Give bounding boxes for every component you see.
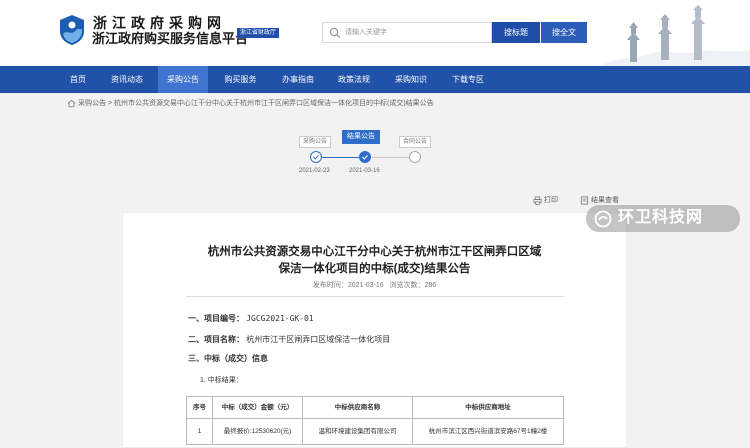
nav-item-knowledge[interactable]: 采购知识 — [385, 66, 437, 93]
section-number: 一、 — [188, 314, 204, 323]
project-number-value: JGCG2021-GK-01 — [246, 314, 314, 323]
site-header: 浙江政府采购网 浙江政府购买服务信息平台 浙江省财政厅 请输入关键字 搜标题 搜… — [0, 0, 750, 66]
timeline-step-label[interactable]: 合同公告 — [399, 136, 432, 148]
section-award-info: 三、中标（成交）信息 — [188, 353, 268, 364]
timeline-node-done — [310, 151, 322, 163]
award-result-heading: 1. 中标结果： — [200, 377, 243, 384]
site-logo-icon[interactable] — [58, 14, 86, 46]
table-cell-supplier-address: 杭州市滨江区西兴街道滨安路67号1幢2楼 — [412, 418, 564, 445]
nav-item-home[interactable]: 首页 — [59, 66, 97, 93]
timeline-step-label-current[interactable]: 结果公告 — [342, 130, 380, 144]
breadcrumb-current: 杭州市公共资源交易中心江干分中心关于杭州市江干区闸弄口区域保洁一体化项目的中标(… — [114, 100, 434, 107]
table-cell-index: 1 — [186, 418, 213, 445]
table-header: 序号 — [186, 396, 213, 419]
table-header: 中标（成交）金额（元） — [212, 396, 303, 419]
nav-item-downloads[interactable]: 下载专区 — [442, 66, 494, 93]
title-divider — [186, 296, 564, 297]
breadcrumb: 采购公告 > 杭州市公共资源交易中心江干分中心关于杭州市江干区闸弄口区域保洁一体… — [67, 98, 434, 109]
section-project-number: 一、项目编号： JGCG2021-GK-01 — [188, 313, 314, 324]
print-icon — [533, 196, 542, 205]
table-cell-supplier-name: 温和环境建设集团有限公司 — [302, 418, 413, 445]
watermark-text: 环卫科技网 — [618, 209, 704, 226]
table-header-row: 序号 中标（成交）金额（元） 中标供应商名称 中标供应商地址 — [186, 396, 564, 419]
nav-item-policies[interactable]: 政策法规 — [328, 66, 380, 93]
view-result-button[interactable]: 结果查看 — [591, 196, 619, 205]
print-button[interactable]: 打印 — [544, 196, 558, 205]
project-name-value: 杭州市江干区闸弄口区域保洁一体化项目 — [246, 335, 391, 344]
search-input[interactable]: 请输入关键字 — [322, 22, 492, 43]
section-project-name: 二、项目名称： 杭州市江干区闸弄口区域保洁一体化项目 — [188, 334, 390, 345]
section-number: 二、 — [188, 335, 204, 344]
site-subtitle[interactable]: 浙江政府购买服务信息平台 — [92, 31, 248, 47]
article-title-line-2: 保洁一体化项目的中标(成交)结果公告 — [278, 263, 471, 275]
search-title-button[interactable]: 搜标题 — [492, 22, 540, 43]
timeline-node-todo — [409, 151, 421, 163]
timeline-node-current — [359, 151, 371, 163]
view-result-icon — [580, 196, 589, 205]
breadcrumb-separator: > — [107, 100, 113, 107]
article-meta: 发布时间：2021-03-16 浏览次数：286 — [122, 280, 627, 290]
publish-date: 2021-03-16 — [347, 282, 384, 289]
section-label: 项目编号： — [204, 314, 244, 323]
nav-item-purchase-services[interactable]: 购买服务 — [213, 66, 268, 93]
timeline-date: 2021-03-16 — [349, 168, 380, 174]
views-label: 浏览次数： — [389, 282, 425, 289]
timeline-date: 2021-02-23 — [299, 168, 330, 174]
publish-label: 发布时间： — [312, 282, 348, 289]
view-count: 286 — [424, 282, 437, 289]
timeline-line-done — [322, 157, 360, 158]
nav-item-procurement-notices[interactable]: 采购公告 — [158, 66, 208, 93]
table-row: 1 最终报价:12530620(元) 温和环境建设集团有限公司 杭州市滨江区西兴… — [186, 418, 564, 445]
nav-item-guide[interactable]: 办事指南 — [272, 66, 324, 93]
article-title: 杭州市公共资源交易中心江干分中心关于杭州市江干区闸弄口区域 保洁一体化项目的中标… — [122, 244, 627, 278]
section-number: 三、 — [188, 354, 204, 363]
pagoda-landscape-icon — [600, 5, 750, 66]
table-cell-amount: 最终报价:12530620(元) — [212, 418, 303, 445]
site-name[interactable]: 浙江政府采购网 — [93, 15, 226, 31]
timeline-line-pending — [372, 157, 410, 158]
search-fulltext-button[interactable]: 搜全文 — [541, 22, 587, 43]
award-result-table: 序号 中标（成交）金额（元） 中标供应商名称 中标供应商地址 1 最终报价:12… — [186, 396, 564, 445]
article-title-line-1: 杭州市公共资源交易中心江干分中心关于杭州市江干区闸弄口区域 — [207, 246, 542, 258]
main-nav: 首页 资讯动态 采购公告 购买服务 办事指南 政策法规 采购知识 下载专区 — [0, 66, 750, 93]
watermark-logo-icon — [594, 210, 612, 228]
table-header: 中标供应商地址 — [412, 396, 564, 419]
breadcrumb-root[interactable]: 采购公告 — [78, 100, 106, 107]
section-label: 中标（成交）信息 — [204, 354, 268, 363]
section-label: 项目名称： — [204, 335, 244, 344]
table-header: 中标供应商名称 — [302, 396, 413, 419]
region-tag[interactable]: 浙江省财政厅 — [237, 28, 280, 38]
search-icon — [329, 27, 341, 39]
timeline-step-label[interactable]: 采购公告 — [299, 136, 332, 148]
nav-item-news[interactable]: 资讯动态 — [101, 66, 153, 93]
